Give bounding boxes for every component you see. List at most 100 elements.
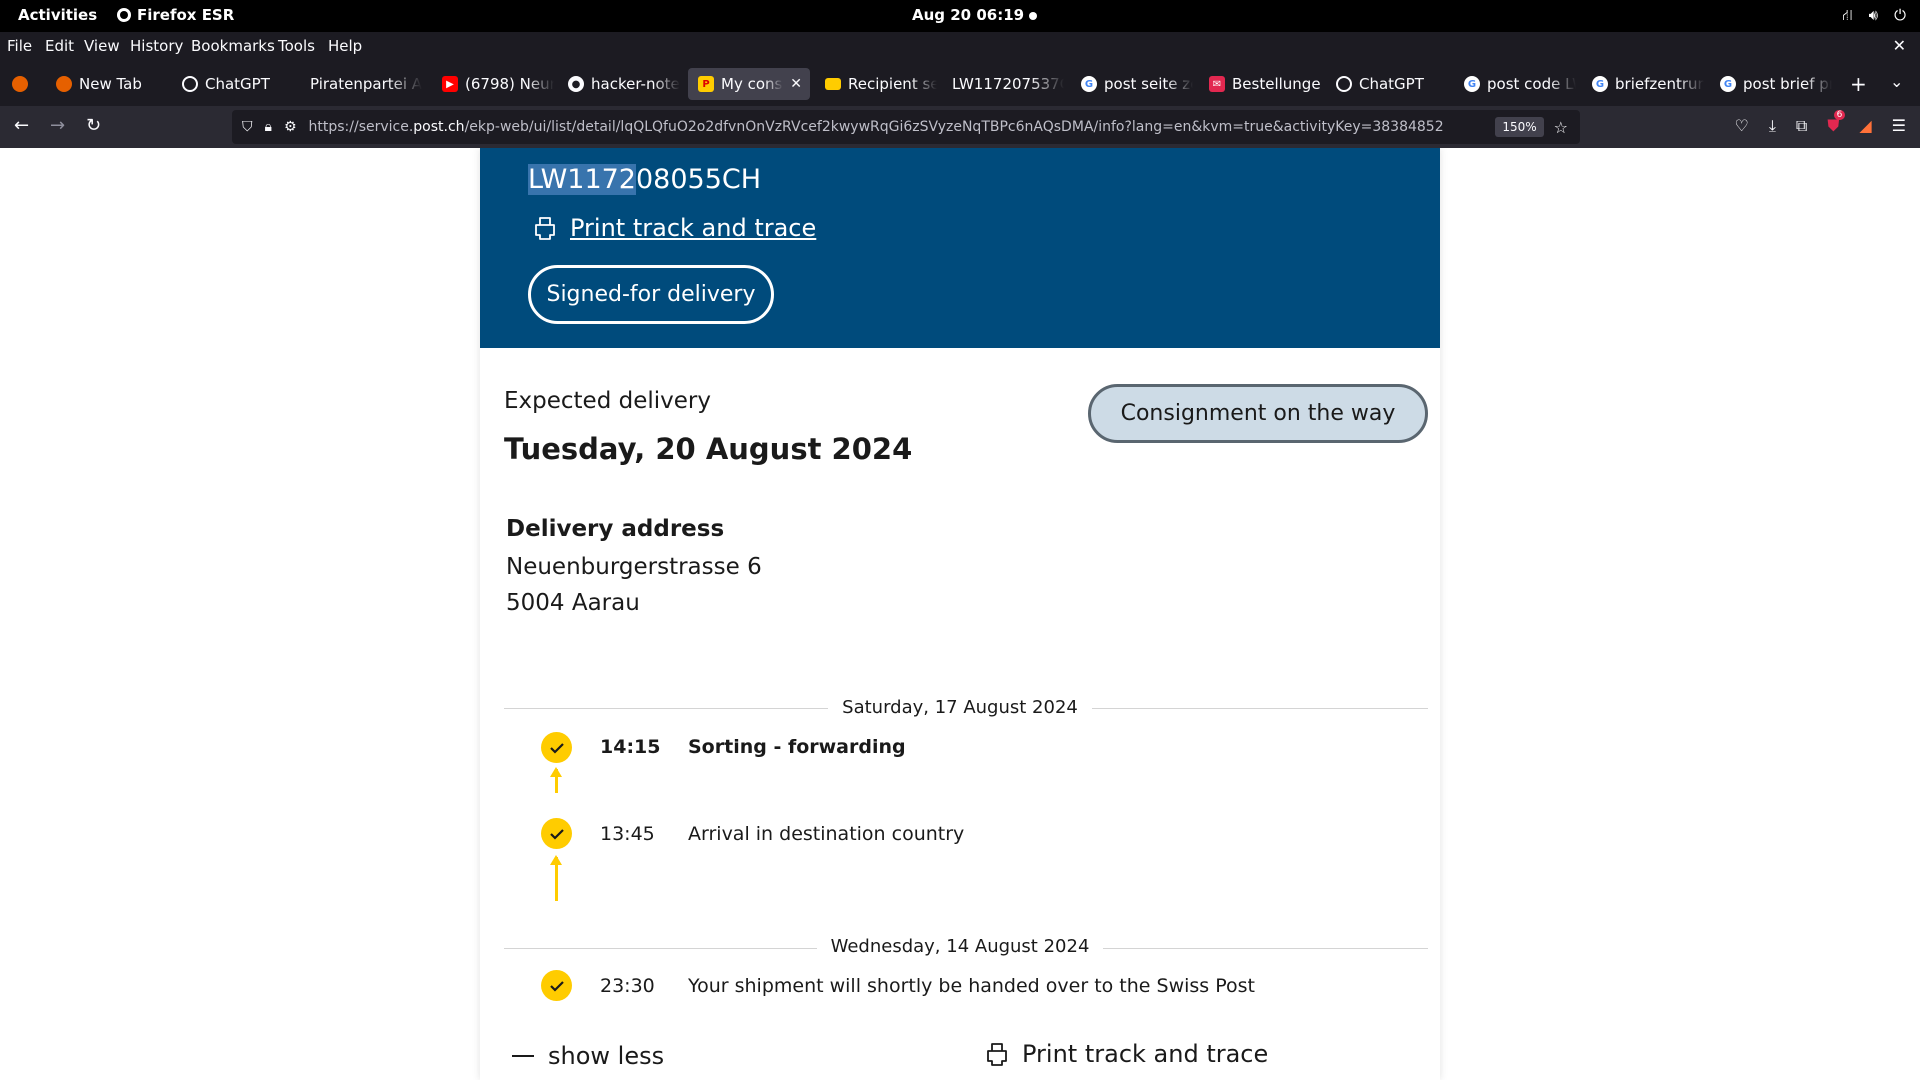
tracking-number[interactable]: LW117208055CH <box>528 164 761 195</box>
forward-arrow-icon[interactable]: → <box>50 115 65 136</box>
youtube-icon: ▶ <box>442 76 458 92</box>
tab-bestellungen[interactable]: ✉ Bestellungen <box>1199 68 1321 100</box>
timeline-date: Saturday, 17 August 2024 <box>480 697 1440 718</box>
chatgpt-icon <box>182 76 198 92</box>
permissions-icon[interactable]: ⚙ <box>284 119 297 135</box>
menu-bar: File Edit View History Bookmarks Tools H… <box>0 32 1920 62</box>
url-text[interactable]: https://service.post.ch/ekp-web/ui/list/… <box>309 119 1496 135</box>
tab-chatgpt[interactable]: ChatGPT <box>172 68 294 100</box>
tab-label: New Tab <box>79 75 142 93</box>
event-description: Arrival in destination country <box>688 823 965 845</box>
new-tab-plus-icon[interactable]: + <box>1850 72 1867 96</box>
tab-label: LW117207537CH <box>952 75 1064 93</box>
system-tray[interactable]: ⛙ 🔊︎ ⏻ <box>1842 6 1906 26</box>
timeline-arrow-up-icon <box>550 855 562 901</box>
network-icon[interactable]: ⛙ <box>1842 6 1853 26</box>
google-icon: G <box>1464 76 1480 92</box>
menu-edit[interactable]: Edit <box>45 37 74 55</box>
firefox-view-button[interactable] <box>2 68 38 100</box>
tab-label: post seite ze <box>1104 75 1193 93</box>
bookmark-star-icon[interactable]: ☆ <box>1554 118 1568 137</box>
tab-google-post-seite[interactable]: G post seite ze <box>1071 68 1193 100</box>
tab-google-post-brief[interactable]: G post brief pre <box>1710 68 1832 100</box>
activities-button[interactable]: Activities <box>18 6 97 24</box>
menu-view[interactable]: View <box>84 37 120 55</box>
tab-lw117207537ch[interactable]: LW117207537CH <box>942 68 1064 100</box>
consignment-card: LW117208055CH Print track and trace Sign… <box>480 148 1440 1080</box>
power-icon[interactable]: ⏻ <box>1894 6 1906 26</box>
app-name: Firefox ESR <box>137 6 235 24</box>
pocket-icon[interactable]: ♡ <box>1734 116 1748 136</box>
tab-label: post code LW <box>1487 75 1576 93</box>
firefox-icon <box>12 76 28 92</box>
tab-strip: New Tab ChatGPT Piratenpartei Aa ▶ (6798… <box>0 62 1920 106</box>
menu-bookmarks[interactable]: Bookmarks <box>191 37 275 55</box>
reload-icon[interactable]: ↻ <box>86 115 101 136</box>
url-bar-icons: ⛉ 🔒︎ ⚙ <box>232 119 309 135</box>
event-time: 14:15 <box>600 736 661 758</box>
event-time: 13:45 <box>600 823 655 845</box>
tab-label: My consign <box>721 75 783 93</box>
menu-file[interactable]: File <box>7 37 32 55</box>
menu-history[interactable]: History <box>130 37 183 55</box>
post-card-icon <box>825 78 841 90</box>
volume-icon[interactable]: 🔊︎ <box>1869 6 1878 26</box>
address-city: 5004 Aarau <box>506 590 640 616</box>
tracking-protection-shield-icon[interactable]: ⛉ <box>242 119 253 135</box>
swiss-post-icon: P <box>698 76 714 92</box>
url-bar[interactable]: ⛉ 🔒︎ ⚙ https://service.post.ch/ekp-web/u… <box>232 110 1580 144</box>
tab-new-tab[interactable]: New Tab <box>46 68 168 100</box>
delivery-address-title: Delivery address <box>506 516 725 542</box>
tab-chatgpt-2[interactable]: ChatGPT <box>1326 68 1448 100</box>
list-all-tabs-chevron-icon[interactable]: ⌄ <box>1890 72 1903 91</box>
print-track-trace-link[interactable]: Print track and trace <box>532 214 816 242</box>
tab-label: Recipient set <box>848 75 937 93</box>
ublock-extension-icon[interactable]: ⛊ 6 <box>1827 110 1846 136</box>
app-menu[interactable]: Firefox ESR <box>117 6 234 24</box>
tab-recipient-settings[interactable]: Recipient set <box>815 68 937 100</box>
tracking-number-rest: 08055CH <box>635 164 762 195</box>
tab-label: briefzentrum <box>1615 75 1704 93</box>
zoom-indicator-button[interactable]: 150% <box>1495 117 1544 137</box>
tab-my-consignment[interactable]: P My consign ✕ <box>688 68 810 100</box>
show-less-button[interactable]: show less <box>512 1042 664 1070</box>
print-track-trace-bottom-link[interactable]: Print track and trace <box>984 1040 1268 1068</box>
tab-github[interactable]: ● hacker-notes <box>558 68 680 100</box>
print-bottom-label: Print track and trace <box>1022 1040 1269 1068</box>
clock[interactable]: Aug 20 06:19 <box>912 6 1024 24</box>
show-less-label: show less <box>548 1042 665 1070</box>
expected-delivery-date: Tuesday, 20 August 2024 <box>504 432 913 466</box>
tab-piratenpartei[interactable]: Piratenpartei Aa <box>300 68 422 100</box>
menu-tools[interactable]: Tools <box>278 37 315 55</box>
url-host: post.ch <box>413 119 465 135</box>
lock-icon[interactable]: 🔒︎ <box>265 119 272 135</box>
extension-badge-count: 6 <box>1833 110 1846 120</box>
tab-google-briefzentrum[interactable]: G briefzentrum <box>1582 68 1704 100</box>
tab-label: Piratenpartei Aa <box>310 75 422 93</box>
event-time: 23:30 <box>600 975 655 997</box>
notification-dot-icon <box>1029 12 1037 20</box>
shop-icon: ✉ <box>1209 76 1225 92</box>
tab-youtube[interactable]: ▶ (6798) Neuro <box>432 68 554 100</box>
tab-google-post-code[interactable]: G post code LW <box>1454 68 1576 100</box>
extension-icon[interactable]: ◢ <box>1859 116 1871 136</box>
print-icon <box>535 217 555 240</box>
url-path: /ekp-web/ui/list/detail/lqQLQfuO2o2dfvnO… <box>464 119 1444 135</box>
close-window-icon[interactable]: ✕ <box>1893 36 1906 55</box>
hamburger-menu-icon[interactable]: ☰ <box>1892 116 1906 136</box>
tab-label: ChatGPT <box>1359 75 1424 93</box>
google-icon: G <box>1720 76 1736 92</box>
downloads-icon[interactable]: ⤓ <box>1769 116 1776 136</box>
close-tab-icon[interactable]: ✕ <box>790 76 810 92</box>
chatgpt-icon <box>1336 76 1352 92</box>
firefox-icon <box>117 8 131 22</box>
signed-for-delivery-button[interactable]: Signed-for delivery <box>528 265 774 324</box>
menu-help[interactable]: Help <box>328 37 362 55</box>
back-arrow-icon[interactable]: ← <box>14 115 29 136</box>
minus-icon <box>512 1055 534 1057</box>
tab-label: post brief pre <box>1743 75 1832 93</box>
google-icon: G <box>1592 76 1608 92</box>
url-prefix: https://service. <box>308 119 414 135</box>
extensions-icon[interactable]: ⧉ <box>1796 116 1807 136</box>
tracking-number-selected: LW1172 <box>528 164 636 195</box>
